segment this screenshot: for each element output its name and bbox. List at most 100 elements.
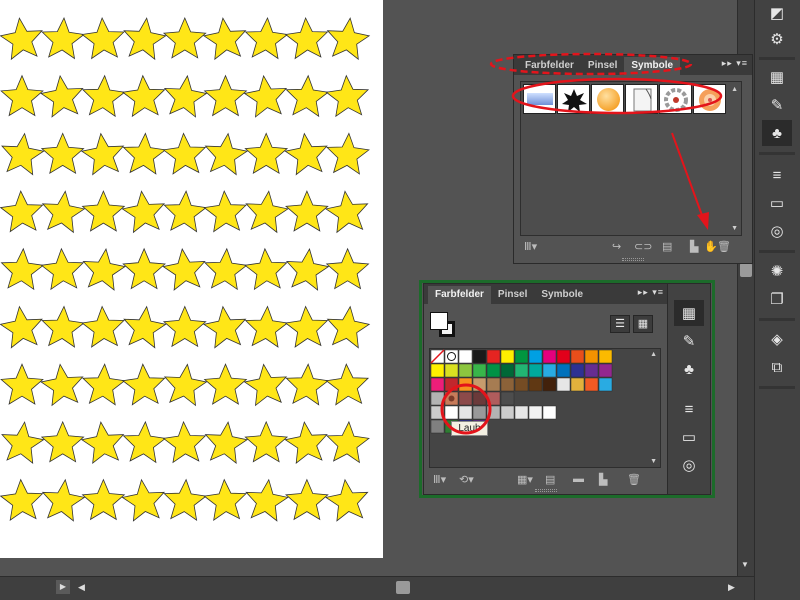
symbol-orange-blossom[interactable]	[693, 84, 726, 114]
star-shape[interactable]	[163, 74, 208, 118]
star-shape[interactable]	[0, 74, 44, 117]
star-shape[interactable]	[326, 132, 370, 175]
star-shape[interactable]	[122, 132, 167, 175]
tab-pinsel[interactable]: Pinsel	[581, 57, 624, 75]
star-shape[interactable]	[162, 132, 207, 175]
star-shape[interactable]	[81, 74, 126, 118]
star-shape[interactable]	[244, 132, 289, 175]
star-shape[interactable]	[0, 17, 43, 61]
star-shape[interactable]	[41, 16, 85, 60]
star-shape[interactable]	[203, 74, 248, 117]
symbols-scroll-down-icon[interactable]: ▼	[731, 225, 738, 232]
star-shape[interactable]	[326, 420, 370, 464]
star-shape[interactable]	[244, 420, 289, 463]
star-shape[interactable]	[204, 247, 248, 291]
symbols-scroll-up-icon[interactable]: ▲	[731, 86, 738, 93]
star-shape[interactable]	[204, 132, 249, 176]
star-shape[interactable]	[0, 247, 45, 291]
star-shape[interactable]	[243, 247, 288, 291]
star-shape[interactable]	[324, 478, 369, 522]
star-shape[interactable]	[325, 74, 370, 118]
star-shape[interactable]	[243, 363, 288, 407]
star-shape[interactable]	[325, 363, 370, 406]
star-shape[interactable]	[202, 305, 247, 349]
scroll-right-arrow-icon[interactable]: ▶	[728, 582, 735, 593]
star-shape[interactable]	[203, 363, 248, 405]
star-shape[interactable]	[40, 363, 84, 407]
star-shape[interactable]	[162, 16, 207, 59]
stroke-icon[interactable]: ≡	[762, 162, 792, 188]
tab-farbfelder[interactable]: Farbfelder	[518, 57, 581, 75]
scroll-left-arrow-icon[interactable]: ◀	[78, 582, 85, 593]
star-shape[interactable]	[325, 247, 370, 290]
artboard[interactable]	[0, 0, 383, 558]
star-shape[interactable]	[0, 363, 44, 405]
swatches-icon[interactable]: ▦	[762, 64, 792, 90]
star-shape[interactable]	[123, 17, 167, 61]
symbol-options-icon[interactable]: ▤	[662, 240, 672, 253]
star-shape[interactable]	[80, 132, 125, 176]
star-shape[interactable]	[121, 363, 166, 406]
star-shape[interactable]	[81, 363, 126, 406]
symbols-icon[interactable]: ♣	[762, 120, 792, 146]
star-shape[interactable]	[284, 132, 328, 176]
star-shape[interactable]	[40, 132, 85, 175]
star-shape[interactable]	[245, 478, 289, 522]
star-shape[interactable]	[0, 190, 44, 233]
place-symbol-icon[interactable]: ↪	[612, 240, 621, 253]
color-guide-icon[interactable]: ⚙	[762, 26, 792, 52]
star-shape[interactable]	[245, 190, 289, 234]
color-icon[interactable]: ◩	[762, 0, 792, 26]
panel-menu-icon[interactable]: ▸▸ ▾≡	[722, 58, 748, 69]
star-shape[interactable]	[121, 190, 166, 234]
delete-symbol-icon[interactable]: 🗑	[717, 240, 731, 253]
star-shape[interactable]	[202, 17, 247, 61]
star-shape[interactable]	[326, 17, 371, 61]
new-symbol-icon[interactable]: ▙	[690, 240, 698, 253]
star-shape[interactable]	[121, 74, 166, 118]
star-shape[interactable]	[284, 16, 329, 60]
break-link-icon[interactable]: ⊂⊃	[634, 240, 652, 253]
symbol-library-icon[interactable]: Ⅲ▾	[524, 240, 537, 253]
star-shape[interactable]	[40, 420, 85, 463]
star-shape[interactable]	[1, 421, 45, 464]
star-shape[interactable]	[284, 305, 329, 348]
graphic-styles-icon[interactable]: ❐	[762, 286, 792, 312]
tab-symbole[interactable]: Symbole	[624, 57, 681, 75]
star-shape[interactable]	[326, 305, 371, 349]
star-shape[interactable]	[123, 305, 167, 349]
symbol-orange-ball[interactable]	[591, 84, 624, 114]
star-shape[interactable]	[244, 16, 289, 60]
brushes-icon[interactable]: ✎	[762, 92, 792, 118]
symbol-flower-wreath[interactable]	[659, 84, 692, 114]
star-shape[interactable]	[122, 420, 167, 464]
star-shape[interactable]	[40, 247, 85, 291]
star-shape[interactable]	[284, 421, 328, 464]
star-shape[interactable]	[163, 478, 208, 521]
horizontal-scroll-thumb[interactable]	[396, 581, 410, 594]
artboards-icon[interactable]: ⧉	[762, 354, 792, 380]
scroll-down-arrow-icon[interactable]: ▼	[741, 560, 749, 569]
star-shape[interactable]	[0, 478, 44, 521]
symbol-paper-curl[interactable]	[625, 84, 658, 114]
artboard-nav-next-icon[interactable]: ▶	[56, 580, 70, 594]
star-shape[interactable]	[203, 478, 247, 521]
star-shape[interactable]	[121, 478, 166, 522]
gradient-icon[interactable]: ▭	[762, 190, 792, 216]
star-shape[interactable]	[162, 247, 206, 291]
star-shape[interactable]	[285, 478, 329, 521]
vertical-scroll-thumb[interactable]	[740, 263, 752, 277]
star-shape[interactable]	[1, 132, 45, 176]
star-shape[interactable]	[40, 74, 84, 118]
star-shape[interactable]	[204, 421, 249, 464]
star-shape[interactable]	[203, 190, 247, 233]
star-shape[interactable]	[0, 305, 43, 349]
star-shape[interactable]	[244, 305, 289, 348]
star-shape[interactable]	[41, 478, 86, 522]
star-shape[interactable]	[122, 247, 166, 290]
horizontal-scrollbar[interactable]: ▶ ◀ ▶	[0, 576, 754, 600]
star-shape[interactable]	[285, 190, 329, 232]
transparency-icon[interactable]: ◎	[762, 218, 792, 244]
symbol-ink-splat[interactable]	[557, 84, 590, 114]
appearance-icon[interactable]: ✺	[762, 258, 792, 284]
